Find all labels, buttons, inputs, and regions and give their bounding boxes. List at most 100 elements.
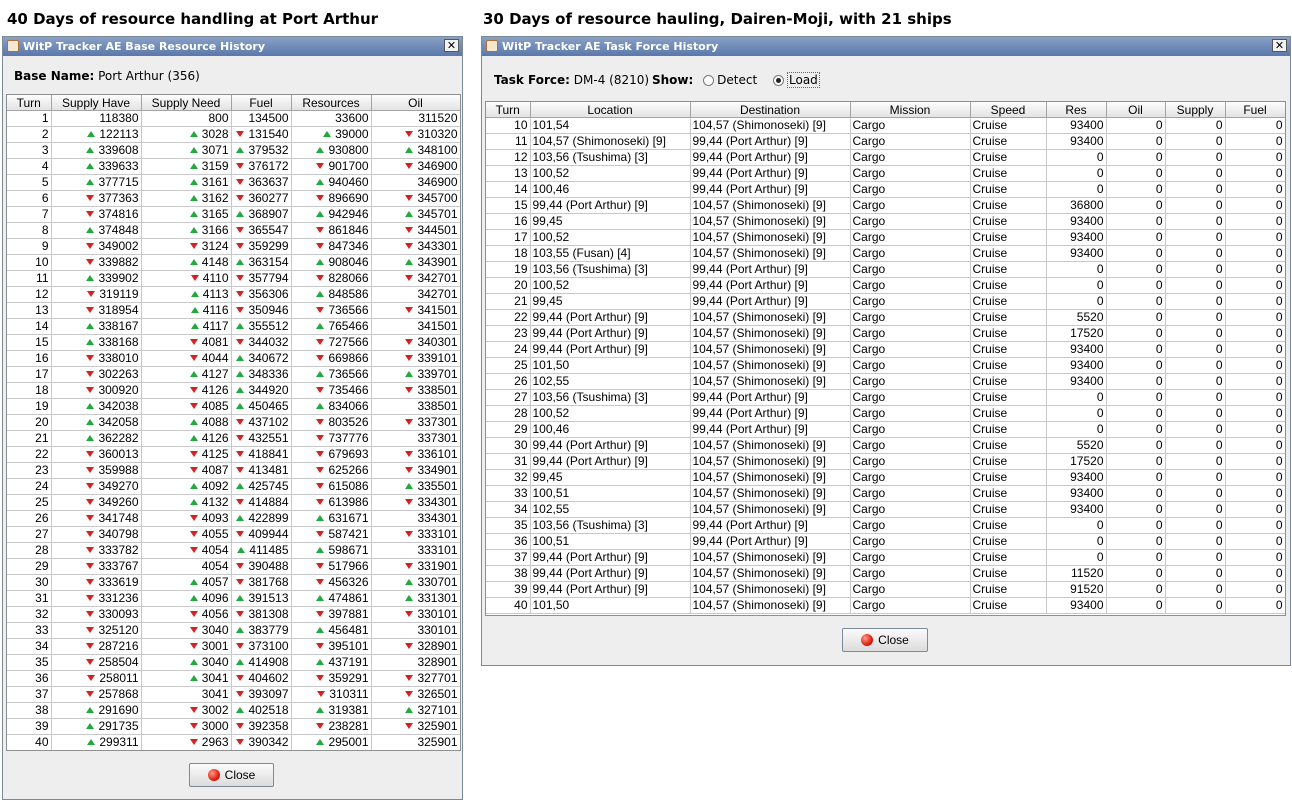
- table-row[interactable]: 36 258011 3041 404602 359291 327701: [7, 670, 460, 687]
- table-row[interactable]: 34 287216 3001 373100 395101 328901: [7, 638, 460, 655]
- column-header[interactable]: Supply Need: [141, 95, 232, 111]
- table-row[interactable]: 29 333767 4054 390488 517966 331901: [7, 558, 460, 575]
- table-row[interactable]: 24 349270 4092 425745 615086 335501: [7, 478, 460, 495]
- table-row[interactable]: 1 118380 800 134500 33600 311520: [7, 110, 460, 127]
- table-row[interactable]: 8 374848 3166 365547 861846 344501: [7, 222, 460, 239]
- table-row[interactable]: 38 291690 3002 402518 319381 327101: [7, 702, 460, 719]
- table-row[interactable]: 4 339633 3159 376172 901700 346900: [7, 158, 460, 175]
- table-row[interactable]: 33 100,51 104,57 (Shimonoseki) [9] Cargo Cru…: [486, 485, 1285, 502]
- table-row[interactable]: 6 377363 3162 360277 896690 345700: [7, 190, 460, 207]
- up-arrow-icon: [189, 371, 198, 377]
- table-row[interactable]: 21 99,45 99,44 (Port Arthur) [9] Cargo Cruis…: [486, 293, 1285, 310]
- table-row[interactable]: 14 338167 4117 355512 765466 341501: [7, 318, 460, 335]
- table-row[interactable]: 37 257868 3041 393097 310311 326501: [7, 686, 460, 703]
- load-radio[interactable]: Load: [773, 72, 820, 88]
- table-row[interactable]: 21 362282 4126 432551 737776 337301: [7, 430, 460, 447]
- column-header[interactable]: Turn: [7, 95, 52, 111]
- table-row[interactable]: 12 103,56 (Tsushima) [3] 99,44 (Port Arthu…: [486, 149, 1285, 166]
- table-row[interactable]: 29 100,46 99,44 (Port Arthur) [9] Cargo Crui…: [486, 421, 1285, 438]
- table-row[interactable]: 31 99,44 (Port Arthur) [9] 104,57 (Shimono…: [486, 453, 1285, 470]
- table-row[interactable]: 27 340798 4055 409944 587421 333101: [7, 526, 460, 543]
- table-row[interactable]: 23 99,44 (Port Arthur) [9] 104,57 (Shimono…: [486, 325, 1285, 342]
- column-header[interactable]: Resources: [291, 95, 372, 111]
- table-row[interactable]: 30 333619 4057 381768 456326 330701: [7, 574, 460, 591]
- up-arrow-icon: [189, 675, 198, 681]
- table-cell: Cargo: [850, 549, 971, 566]
- table-row[interactable]: 18 300920 4126 344920 735466 338501: [7, 382, 460, 399]
- table-row[interactable]: 40 299311 2963 390342 295001 325901: [7, 734, 460, 750]
- table-row[interactable]: 22 99,44 (Port Arthur) [9] 104,57 (Shimono…: [486, 309, 1285, 326]
- column-header[interactable]: Fuel: [1225, 102, 1285, 118]
- table-row[interactable]: 35 103,56 (Tsushima) [3] 99,44 (Port Arthu…: [486, 517, 1285, 534]
- table-row[interactable]: 11 339902 4110 357794 828066 342701: [7, 270, 460, 287]
- table-row[interactable]: 33 325120 3040 383779 456481 330101: [7, 622, 460, 639]
- column-header[interactable]: Speed: [970, 102, 1047, 118]
- table-row[interactable]: 20 342058 4088 437102 803526 337301: [7, 414, 460, 431]
- table-row[interactable]: 15 99,44 (Port Arthur) [9] 104,57 (Shimono…: [486, 197, 1285, 214]
- table-row[interactable]: 17 100,52 104,57 (Shimonoseki) [9] Cargo Cru…: [486, 229, 1285, 246]
- table-row[interactable]: 34 102,55 104,57 (Shimonoseki) [9] Cargo Cru…: [486, 501, 1285, 518]
- table-row[interactable]: 10 101,54 104,57 (Shimonoseki) [9] Cargo Cru…: [486, 117, 1285, 134]
- table-row[interactable]: 28 100,52 99,44 (Port Arthur) [9] Cargo Crui…: [486, 405, 1285, 422]
- table-row[interactable]: 14 100,46 99,44 (Port Arthur) [9] Cargo Crui…: [486, 181, 1285, 198]
- table-row[interactable]: 5 377715 3161 363637 940460 346900: [7, 174, 460, 191]
- table-row[interactable]: 23 359988 4087 413481 625266 334901: [7, 462, 460, 479]
- detect-radio[interactable]: Detect: [703, 73, 757, 87]
- column-header[interactable]: Location: [530, 102, 691, 118]
- table-row[interactable]: 10 339882 4148 363154 908046 343901: [7, 254, 460, 271]
- table-row[interactable]: 12 319119 4113 356306 848586 342701: [7, 286, 460, 303]
- base-resource-table-scroll[interactable]: Turn Supply Have Supply Need Fuel Resources O…: [6, 94, 461, 751]
- table-row[interactable]: 15 338168 4081 344032 727566 340301: [7, 334, 460, 351]
- table-row[interactable]: 22 360013 4125 418841 679693 336101: [7, 446, 460, 463]
- table-row[interactable]: 18 103,55 (Fusan) [4] 104,57 (Shimonoseki)…: [486, 245, 1285, 262]
- base-close-button[interactable]: Close: [189, 763, 274, 787]
- tf-close-button[interactable]: Close: [842, 628, 928, 652]
- table-row[interactable]: 24 99,44 (Port Arthur) [9] 104,57 (Shimono…: [486, 341, 1285, 358]
- column-header[interactable]: Turn: [486, 102, 531, 118]
- column-header[interactable]: Res: [1046, 102, 1107, 118]
- table-row[interactable]: 35 258504 3040 414908 437191 328901: [7, 654, 460, 671]
- column-header[interactable]: Destination: [690, 102, 851, 118]
- table-row[interactable]: 2 122113 3028 131540 39000 310320: [7, 126, 460, 143]
- column-header[interactable]: Mission: [850, 102, 971, 118]
- base-window-titlebar[interactable]: WitP Tracker AE Base Resource History ✕: [3, 37, 462, 56]
- column-header[interactable]: Supply: [1165, 102, 1226, 118]
- table-row[interactable]: 13 100,52 99,44 (Port Arthur) [9] Cargo Crui…: [486, 165, 1285, 182]
- table-row[interactable]: 37 99,44 (Port Arthur) [9] 104,57 (Shimono…: [486, 549, 1285, 566]
- table-cell: 104,57 (Shimonoseki) [9]: [690, 485, 851, 502]
- table-row[interactable]: 32 99,45 104,57 (Shimonoseki) [9] Cargo Crui…: [486, 469, 1285, 486]
- table-row[interactable]: 39 99,44 (Port Arthur) [9] 104,57 (Shimono…: [486, 581, 1285, 598]
- table-row[interactable]: 19 342038 4085 450465 834066 338501: [7, 398, 460, 415]
- table-row[interactable]: 13 318954 4116 350946 736566 341501: [7, 302, 460, 319]
- table-row[interactable]: 39 291735 3000 392358 238281 325901: [7, 718, 460, 735]
- table-row[interactable]: 40 101,50 104,57 (Shimonoseki) [9] Cargo Cru…: [486, 597, 1285, 614]
- table-row[interactable]: 38 99,44 (Port Arthur) [9] 104,57 (Shimono…: [486, 565, 1285, 582]
- table-row[interactable]: 26 341748 4093 422899 631671 334301: [7, 510, 460, 527]
- table-row[interactable]: 17 302263 4127 348336 736566 339701: [7, 366, 460, 383]
- table-row[interactable]: 25 349260 4132 414884 613986 334301: [7, 494, 460, 511]
- table-row[interactable]: 25 101,50 104,57 (Shimonoseki) [9] Cargo Cru…: [486, 357, 1285, 374]
- table-row[interactable]: 7 374816 3165 368907 942946 345701: [7, 206, 460, 223]
- table-row[interactable]: 32 330093 4056 381308 397881 330101: [7, 606, 460, 623]
- column-header[interactable]: Fuel: [231, 95, 292, 111]
- table-row[interactable]: 27 103,56 (Tsushima) [3] 99,44 (Port Arthu…: [486, 389, 1285, 406]
- table-row[interactable]: 26 102,55 104,57 (Shimonoseki) [9] Cargo Cru…: [486, 373, 1285, 390]
- close-window-button[interactable]: ✕: [1272, 39, 1287, 52]
- table-row[interactable]: 20 100,52 99,44 (Port Arthur) [9] Cargo Crui…: [486, 277, 1285, 294]
- table-row[interactable]: 3 339608 3071 379532 930800 348100: [7, 142, 460, 159]
- table-row[interactable]: 30 99,44 (Port Arthur) [9] 104,57 (Shimono…: [486, 437, 1285, 454]
- table-row[interactable]: 31 331236 4096 391513 474861 331301: [7, 590, 460, 607]
- table-row[interactable]: 19 103,56 (Tsushima) [3] 99,44 (Port Arthu…: [486, 261, 1285, 278]
- close-window-button[interactable]: ✕: [444, 39, 459, 52]
- table-row[interactable]: 16 99,45 104,57 (Shimonoseki) [9] Cargo Crui…: [486, 213, 1285, 230]
- table-row[interactable]: 9 349002 3124 359299 847346 343301: [7, 238, 460, 255]
- tf-window-titlebar[interactable]: WitP Tracker AE Task Force History ✕: [482, 37, 1290, 56]
- table-row[interactable]: 36 100,51 99,44 (Port Arthur) [9] Cargo Crui…: [486, 533, 1285, 550]
- table-row[interactable]: 16 338010 4044 340672 669866 339101: [7, 350, 460, 367]
- table-row[interactable]: 28 333782 4054 411485 598671 333101: [7, 542, 460, 559]
- column-header[interactable]: Oil: [371, 95, 460, 111]
- table-row[interactable]: 11 104,57 (Shimonoseki) [9] 99,44 (Port Ar…: [486, 133, 1285, 150]
- tf-table-scroll[interactable]: Turn Location Destination Mission Speed Res Oi…: [485, 101, 1286, 616]
- column-header[interactable]: Supply Have: [51, 95, 142, 111]
- column-header[interactable]: Oil: [1106, 102, 1166, 118]
